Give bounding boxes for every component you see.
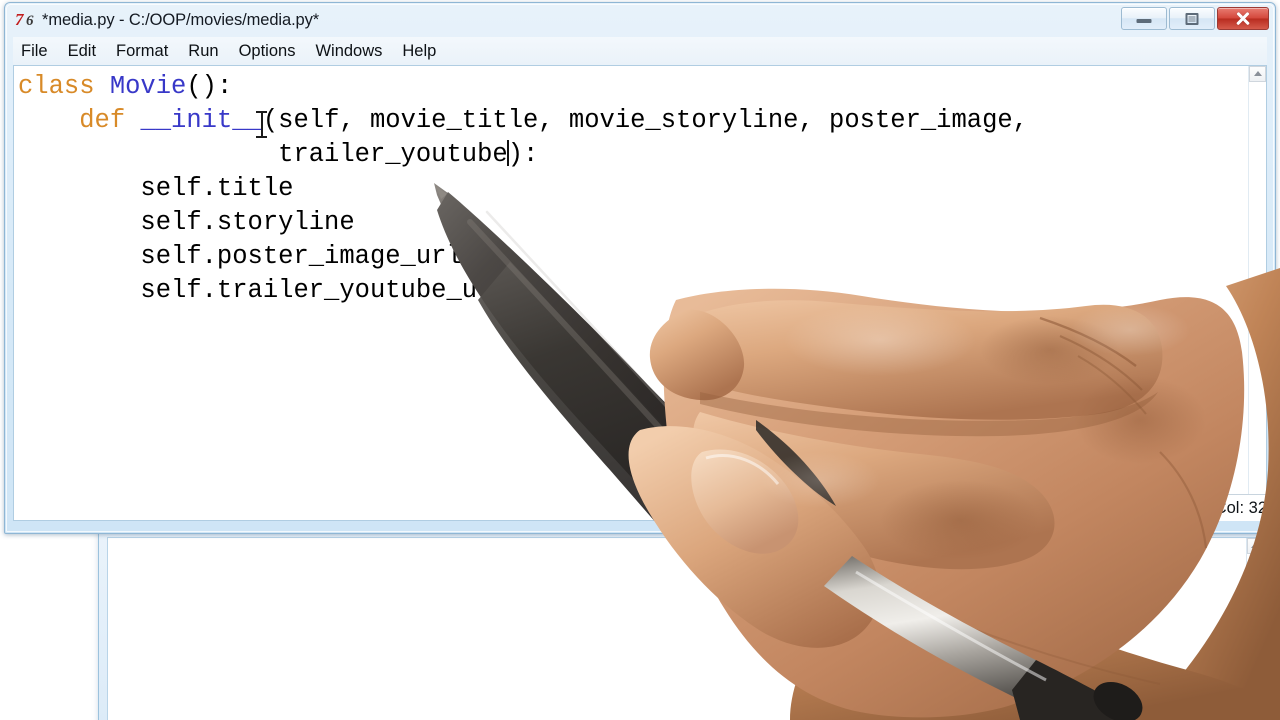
- background-line-indicator: Ln: 4: [1164, 700, 1215, 720]
- editor-vertical-scrollbar[interactable]: [1248, 66, 1266, 520]
- code-line: def __init__(self, movie_title, movie_st…: [18, 104, 1248, 138]
- editor-status-bar: Ln: 3 Col: 32: [1155, 494, 1274, 521]
- code-token: def: [79, 106, 141, 135]
- screen: Ln: 4 Col: 0 7 6 *media.py - C:/OOP/movi…: [0, 0, 1280, 720]
- menu-item-help[interactable]: Help: [392, 38, 446, 64]
- code-token: ():: [186, 72, 233, 101]
- python-idle-icon: 7 6: [15, 10, 37, 30]
- line-indicator: Ln: 3: [1156, 496, 1208, 520]
- scroll-up-arrow[interactable]: [1247, 538, 1262, 554]
- minimize-button[interactable]: [1121, 7, 1167, 30]
- code-line: class Movie():: [18, 70, 1248, 104]
- idle-icon-glyph-seven: 7: [15, 10, 23, 29]
- menu-item-format[interactable]: Format: [106, 38, 178, 64]
- background-editor-window[interactable]: Ln: 4 Col: 0: [98, 528, 1272, 720]
- code-line: self.trailer_youtube_url: [18, 274, 1248, 308]
- menu-bar[interactable]: File Edit Format Run Options Windows Hel…: [13, 37, 1267, 65]
- menu-item-run[interactable]: Run: [178, 38, 228, 64]
- background-vertical-scrollbar[interactable]: [1246, 538, 1262, 720]
- background-status-bar: Ln: 4 Col: 0: [1162, 698, 1270, 720]
- code-token: (self, movie_title, movie_storyline, pos…: [262, 106, 1028, 135]
- title-bar[interactable]: 7 6 *media.py - C:/OOP/movies/media.py*: [5, 3, 1275, 37]
- window-title: *media.py - C:/OOP/movies/media.py*: [42, 10, 320, 29]
- maximize-restore-button[interactable]: [1169, 7, 1215, 30]
- menu-item-edit[interactable]: Edit: [58, 38, 106, 64]
- code-line: self.title: [18, 172, 1248, 206]
- idle-icon-glyph-six: 6: [26, 13, 34, 29]
- code-token: self.title: [18, 174, 294, 203]
- menu-item-windows[interactable]: Windows: [305, 38, 392, 64]
- code-token: self.poster_image_url: [18, 242, 462, 271]
- code-token: ):: [507, 140, 539, 169]
- menu-item-file[interactable]: File: [13, 38, 58, 64]
- menu-item-options[interactable]: Options: [229, 38, 306, 64]
- column-indicator: Col: 32: [1214, 499, 1267, 517]
- code-token: trailer_youtube: [18, 140, 508, 169]
- background-column-indicator: Col: 0: [1221, 702, 1263, 719]
- idle-editor-window[interactable]: 7 6 *media.py - C:/OOP/movies/media.py* …: [4, 2, 1276, 534]
- code-token: self.storyline: [18, 208, 355, 237]
- code-token: __init__: [140, 106, 263, 135]
- scroll-up-arrow[interactable]: [1249, 66, 1266, 82]
- close-icon: [1235, 11, 1251, 27]
- code-line: trailer_youtube):: [18, 138, 1248, 172]
- code-token: class: [18, 72, 110, 101]
- editor-frame[interactable]: class Movie(): def __init__(self, movie_…: [13, 65, 1267, 521]
- minimize-icon: [1136, 19, 1152, 24]
- restore-icon: [1185, 12, 1199, 25]
- window-controls[interactable]: [1121, 7, 1269, 30]
- code-line: self.poster_image_url: [18, 240, 1248, 274]
- close-button[interactable]: [1217, 7, 1269, 30]
- code-token: Movie: [109, 72, 187, 101]
- code-text-area[interactable]: class Movie(): def __init__(self, movie_…: [14, 66, 1248, 520]
- code-token: self.trailer_youtube_url: [18, 276, 508, 305]
- code-line: self.storyline: [18, 206, 1248, 240]
- background-editor-text-area[interactable]: [107, 537, 1263, 720]
